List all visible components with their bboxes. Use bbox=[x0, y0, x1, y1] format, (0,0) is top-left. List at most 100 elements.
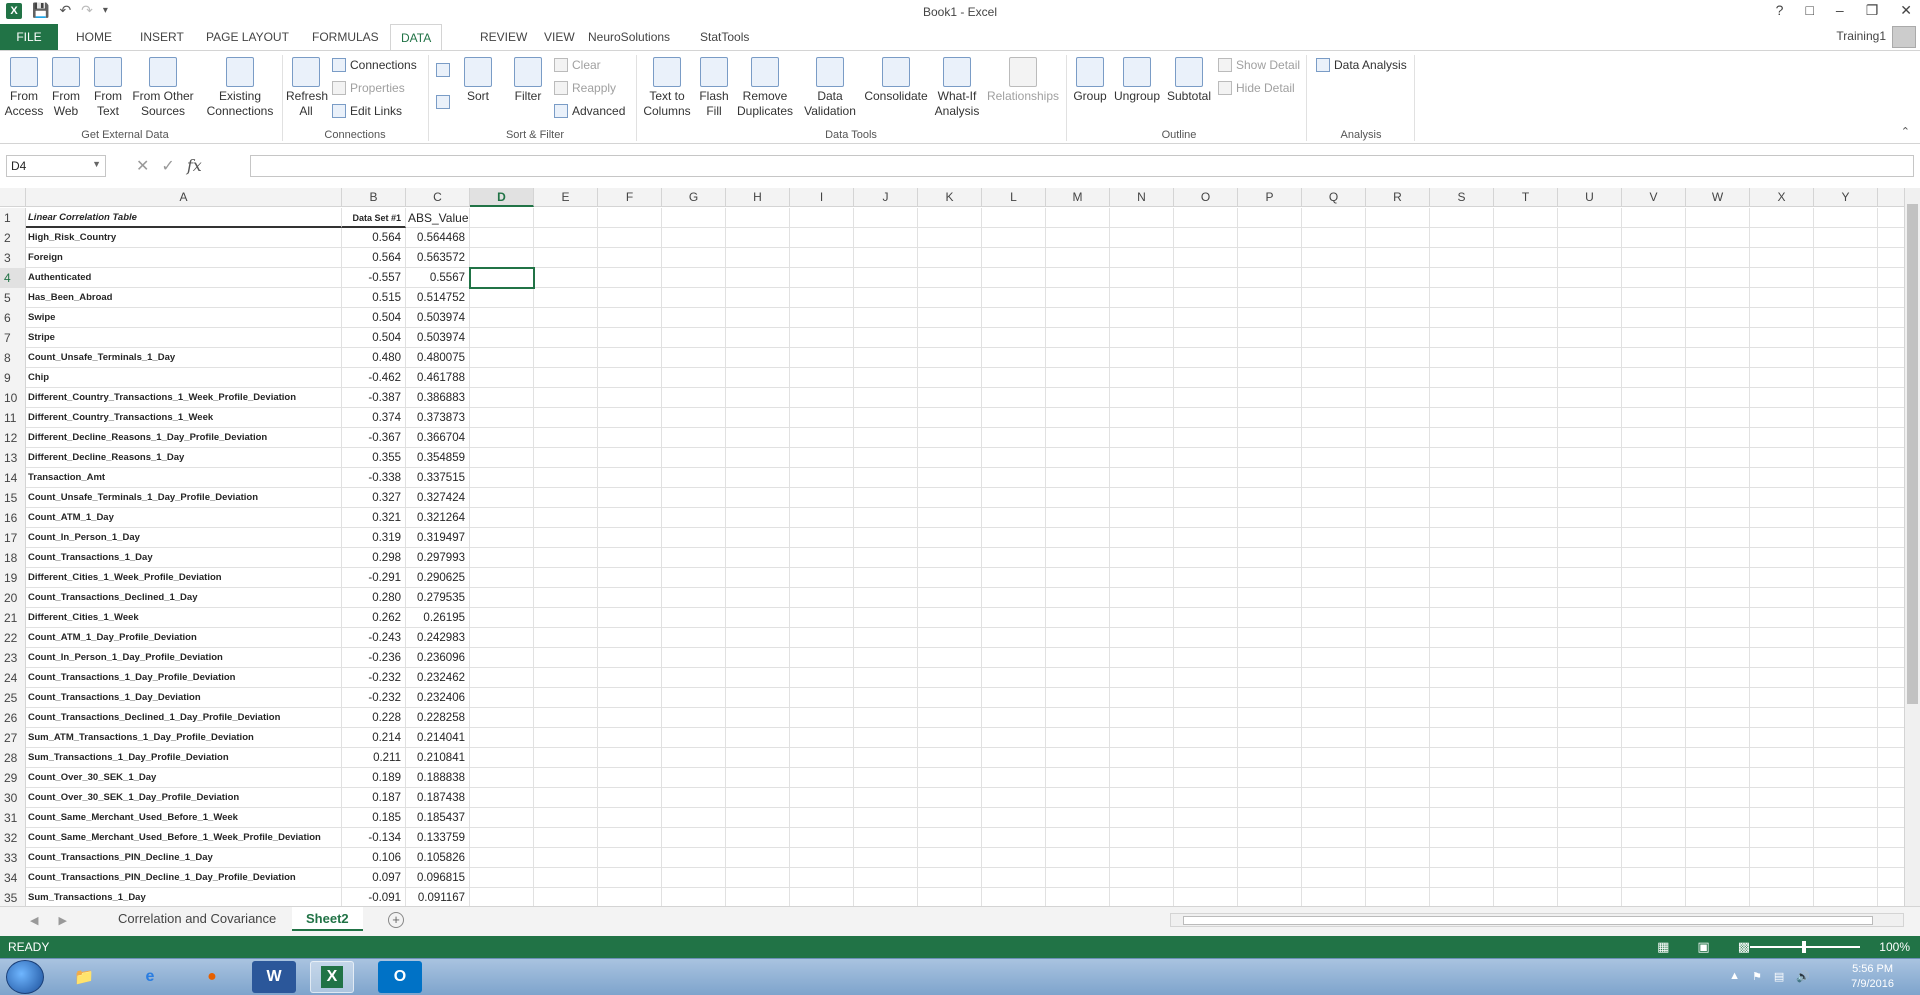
cell-w[interactable] bbox=[1686, 408, 1750, 428]
sort-za-button[interactable] bbox=[436, 93, 450, 111]
cell-q[interactable] bbox=[1302, 468, 1366, 488]
cell-d[interactable] bbox=[470, 228, 534, 248]
text-to-columns-button[interactable]: Text to Columns bbox=[640, 53, 694, 119]
cell-p[interactable] bbox=[1238, 368, 1302, 388]
cell-p[interactable] bbox=[1238, 468, 1302, 488]
edit-links-button[interactable]: Edit Links bbox=[332, 102, 402, 120]
cell-e[interactable] bbox=[534, 788, 598, 808]
cell-v[interactable] bbox=[1622, 868, 1686, 888]
cell-w[interactable] bbox=[1686, 788, 1750, 808]
cell-b[interactable]: 0.564 bbox=[342, 248, 406, 268]
cell-c[interactable]: 0.480075 bbox=[406, 348, 470, 368]
cell-r[interactable] bbox=[1366, 248, 1430, 268]
cell-y[interactable] bbox=[1814, 828, 1878, 848]
cell-p[interactable] bbox=[1238, 848, 1302, 868]
cell-p[interactable] bbox=[1238, 868, 1302, 888]
cell-i[interactable] bbox=[790, 428, 854, 448]
cell-b[interactable]: 0.374 bbox=[342, 408, 406, 428]
cell-s[interactable] bbox=[1430, 468, 1494, 488]
cell-c[interactable]: 0.366704 bbox=[406, 428, 470, 448]
cell-g[interactable] bbox=[662, 708, 726, 728]
cell-p[interactable] bbox=[1238, 728, 1302, 748]
cell-l[interactable] bbox=[982, 308, 1046, 328]
cell-m[interactable] bbox=[1046, 568, 1110, 588]
cell-j[interactable] bbox=[854, 628, 918, 648]
row-header[interactable]: 6 bbox=[0, 308, 26, 328]
cell-p[interactable] bbox=[1238, 828, 1302, 848]
cell-r[interactable] bbox=[1366, 208, 1430, 228]
cell-w[interactable] bbox=[1686, 308, 1750, 328]
cell-x[interactable] bbox=[1750, 348, 1814, 368]
cell-t[interactable] bbox=[1494, 688, 1558, 708]
flash-fill-button[interactable]: Flash Fill bbox=[696, 53, 732, 119]
show-hidden-icons-icon[interactable]: ▲ bbox=[1729, 970, 1740, 983]
cell-k[interactable] bbox=[918, 268, 982, 288]
cell-y[interactable] bbox=[1814, 648, 1878, 668]
cell-k[interactable] bbox=[918, 748, 982, 768]
cell-o[interactable] bbox=[1174, 608, 1238, 628]
cell-w[interactable] bbox=[1686, 428, 1750, 448]
cell-m[interactable] bbox=[1046, 408, 1110, 428]
cell-v[interactable] bbox=[1622, 428, 1686, 448]
cell-o[interactable] bbox=[1174, 468, 1238, 488]
cell-g[interactable] bbox=[662, 468, 726, 488]
cell-e[interactable] bbox=[534, 208, 598, 228]
cell-l[interactable] bbox=[982, 508, 1046, 528]
refresh-all-button[interactable]: Refresh All bbox=[286, 53, 328, 119]
cell-a[interactable]: Stripe bbox=[26, 328, 342, 348]
cell-s[interactable] bbox=[1430, 708, 1494, 728]
cell-l[interactable] bbox=[982, 568, 1046, 588]
row-header[interactable]: 18 bbox=[0, 548, 26, 568]
cell-t[interactable] bbox=[1494, 768, 1558, 788]
cell-g[interactable] bbox=[662, 648, 726, 668]
row-header[interactable]: 7 bbox=[0, 328, 26, 348]
cell-c[interactable]: 0.461788 bbox=[406, 368, 470, 388]
cell-m[interactable] bbox=[1046, 548, 1110, 568]
cell-g[interactable] bbox=[662, 248, 726, 268]
zoom-slider[interactable] bbox=[1750, 941, 1860, 953]
cell-p[interactable] bbox=[1238, 888, 1302, 906]
cell-w[interactable] bbox=[1686, 828, 1750, 848]
cell-b[interactable]: -0.232 bbox=[342, 668, 406, 688]
cell-j[interactable] bbox=[854, 448, 918, 468]
cell-s[interactable] bbox=[1430, 448, 1494, 468]
cell-q[interactable] bbox=[1302, 208, 1366, 228]
vertical-scrollbar[interactable] bbox=[1904, 188, 1920, 906]
tab-insert[interactable]: INSERT bbox=[130, 24, 194, 50]
scroll-thumb[interactable] bbox=[1907, 204, 1918, 704]
cell-x[interactable] bbox=[1750, 768, 1814, 788]
cell-f[interactable] bbox=[598, 528, 662, 548]
cell-m[interactable] bbox=[1046, 368, 1110, 388]
cell-i[interactable] bbox=[790, 688, 854, 708]
cell-p[interactable] bbox=[1238, 448, 1302, 468]
cell-c[interactable]: 0.319497 bbox=[406, 528, 470, 548]
cell-n[interactable] bbox=[1110, 308, 1174, 328]
cell-w[interactable] bbox=[1686, 328, 1750, 348]
cell-c[interactable]: 0.232462 bbox=[406, 668, 470, 688]
cell-a[interactable]: Authenticated bbox=[26, 268, 342, 288]
cell-s[interactable] bbox=[1430, 328, 1494, 348]
cell-s[interactable] bbox=[1430, 408, 1494, 428]
cell-e[interactable] bbox=[534, 508, 598, 528]
cell-i[interactable] bbox=[790, 788, 854, 808]
cell-k[interactable] bbox=[918, 528, 982, 548]
cell-o[interactable] bbox=[1174, 288, 1238, 308]
cell-j[interactable] bbox=[854, 388, 918, 408]
existing-connections-button[interactable]: Existing Connections bbox=[204, 53, 276, 119]
cell-y[interactable] bbox=[1814, 348, 1878, 368]
cell-o[interactable] bbox=[1174, 448, 1238, 468]
cell-x[interactable] bbox=[1750, 328, 1814, 348]
cell-g[interactable] bbox=[662, 668, 726, 688]
row-header[interactable]: 1 bbox=[0, 208, 26, 228]
cell-p[interactable] bbox=[1238, 748, 1302, 768]
cell-t[interactable] bbox=[1494, 848, 1558, 868]
cell-k[interactable] bbox=[918, 388, 982, 408]
cell-t[interactable] bbox=[1494, 308, 1558, 328]
page-break-view-icon[interactable]: ▩ bbox=[1738, 939, 1750, 955]
row-header[interactable]: 21 bbox=[0, 608, 26, 628]
cell-v[interactable] bbox=[1622, 268, 1686, 288]
cell-w[interactable] bbox=[1686, 248, 1750, 268]
row-header[interactable]: 35 bbox=[0, 888, 26, 906]
cell-g[interactable] bbox=[662, 528, 726, 548]
cell-i[interactable] bbox=[790, 268, 854, 288]
